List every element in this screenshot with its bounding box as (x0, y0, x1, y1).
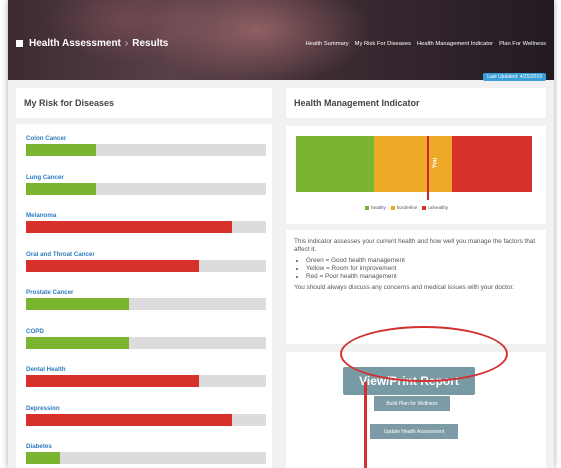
disease-name[interactable]: Diabetes (26, 442, 266, 451)
risk-bar-track (26, 336, 266, 349)
hmi-description-text: This indicator assesses your current hea… (294, 238, 536, 253)
hmi-note: You should always discuss any concerns a… (294, 284, 515, 291)
disease-row: Colon Cancer (26, 134, 266, 156)
breadcrumb-section[interactable]: Health Assessment (29, 38, 121, 49)
hmi-bar (296, 136, 532, 192)
disease-name[interactable]: Oral and Throat Cancer (26, 250, 266, 259)
hmi-bullet-yellow: Yellow = Room for improvement (306, 265, 538, 273)
risk-bar-fill (26, 413, 233, 426)
risk-bar-fill (26, 336, 130, 349)
disease-row: Prostate Cancer (26, 288, 266, 310)
hmi-segment-unhealthy (452, 136, 532, 192)
legend-unhealthy: unhealthy (422, 205, 448, 210)
disease-name[interactable]: Dental Health (26, 365, 266, 374)
top-nav: Health Summary My Risk For Diseases Heal… (305, 41, 546, 47)
nav-risk-for-diseases[interactable]: My Risk For Diseases (355, 41, 411, 47)
breadcrumb-current: Results (132, 38, 169, 49)
disease-name[interactable]: Lung Cancer (26, 173, 266, 182)
header-banner: Health Assessment › Results Health Summa… (8, 0, 554, 81)
legend-healthy-label: healthy (371, 205, 386, 210)
disease-name[interactable]: Colon Cancer (26, 134, 266, 143)
risk-bar-track (26, 221, 266, 233)
legend-borderline-label: borderline (396, 205, 418, 210)
risk-bar-fill (26, 298, 130, 310)
you-marker (427, 136, 430, 200)
risk-bar-track (26, 413, 266, 426)
you-marker-label: You (432, 157, 439, 169)
update-assessment-button[interactable]: Update Health Assessment (370, 424, 458, 439)
last-updated-badge: Last Updated: 4/25/2019 (483, 73, 546, 81)
risk-bar-track (26, 452, 266, 464)
risk-list-panel: Colon Cancer Lung Cancer Melanoma Oral and … (16, 124, 272, 468)
breadcrumb: Health Assessment › Results (16, 38, 168, 49)
disease-name[interactable]: Prostate Cancer (26, 288, 266, 297)
hmi-bullet-list: Green = Good health management Yellow = … (306, 257, 538, 281)
risk-bar-fill (26, 221, 233, 233)
hmi-panel-title: Health Management Indicator (294, 98, 420, 108)
risk-bar-track (26, 259, 266, 272)
build-plan-button[interactable]: Build Plan for Wellness (374, 396, 450, 411)
risk-bar-fill (26, 452, 60, 464)
hmi-title-panel: Health Management Indicator (286, 88, 546, 118)
disease-row: Oral and Throat Cancer (26, 250, 266, 272)
hmi-segment-borderline (374, 136, 452, 192)
breadcrumb-separator: › (124, 38, 129, 49)
disease-row: Depression (26, 404, 266, 426)
disease-name[interactable]: Depression (26, 404, 266, 413)
risk-panel-title: My Risk for Diseases (24, 98, 115, 108)
legend-unhealthy-label: unhealthy (428, 205, 449, 210)
disease-row: Melanoma (26, 211, 266, 233)
risk-bar-fill (26, 144, 96, 156)
legend-borderline: borderline (390, 205, 418, 210)
risk-bar-track (26, 182, 266, 195)
hmi-segment-healthy (296, 136, 374, 192)
hmi-chart-panel: You healthy borderline unhealthy (286, 126, 546, 224)
risk-bar-fill (26, 375, 199, 387)
highlight-ellipse (340, 326, 508, 382)
home-icon[interactable] (16, 40, 23, 47)
highlight-pointer-line (364, 382, 367, 468)
hmi-legend: healthy borderline unhealthy (365, 205, 448, 210)
risk-bar-fill (26, 259, 199, 272)
disease-row: Diabetes (26, 442, 266, 464)
nav-health-summary[interactable]: Health Summary (305, 41, 348, 47)
risk-bar-track (26, 298, 266, 310)
risk-title-panel: My Risk for Diseases (16, 88, 272, 118)
nav-health-management-indicator[interactable]: Health Management Indicator (417, 41, 493, 47)
app-window: Health Assessment › Results Health Summa… (8, 0, 554, 468)
risk-bar-track (26, 144, 266, 156)
disease-row: Lung Cancer (26, 173, 266, 195)
disease-row: COPD (26, 327, 266, 349)
risk-bar-track (26, 375, 266, 387)
hmi-bullet-green: Green = Good health management (306, 257, 538, 265)
nav-plan-for-wellness[interactable]: Plan For Wellness (499, 41, 546, 47)
risk-bar-fill (26, 182, 96, 195)
hmi-description: This indicator assesses your current hea… (286, 230, 546, 300)
legend-healthy: healthy (365, 205, 386, 210)
disease-row: Dental Health (26, 365, 266, 387)
hmi-bullet-red: Red = Poor health management (306, 273, 538, 281)
disease-name[interactable]: COPD (26, 327, 266, 336)
disease-name[interactable]: Melanoma (26, 211, 266, 220)
